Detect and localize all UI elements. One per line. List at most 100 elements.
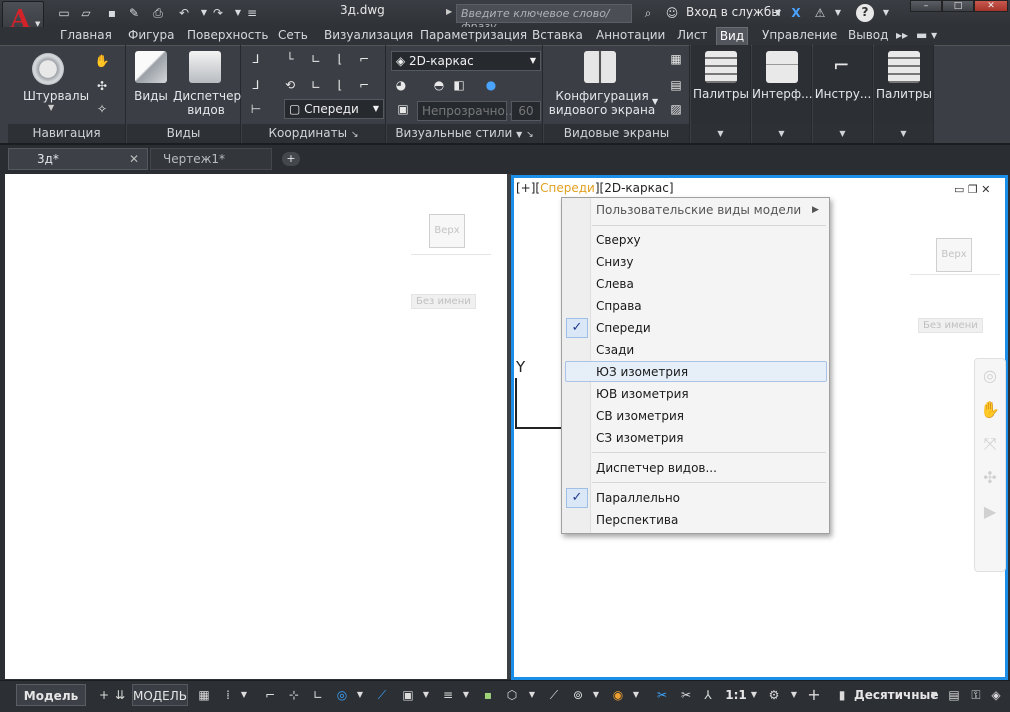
- polar-tracking-icon[interactable]: ◎: [334, 686, 350, 704]
- ucs-view-combo[interactable]: ▢ Спереди ▼: [284, 99, 384, 119]
- annotation-scale-icon[interactable]: ⅄: [700, 686, 716, 704]
- wcs-menu[interactable]: Без имени: [411, 294, 476, 309]
- ucs-y-icon[interactable]: ⌐: [356, 77, 372, 93]
- print-icon[interactable]: ⎙: [150, 5, 166, 21]
- view-manager-line1[interactable]: Диспетчер: [173, 89, 241, 103]
- restore-viewports-icon[interactable]: ▨: [668, 101, 684, 117]
- chevron-down-icon[interactable]: ▼: [418, 686, 434, 704]
- chevron-down-icon[interactable]: ▼: [352, 686, 368, 704]
- material-sphere-icon[interactable]: ●: [483, 77, 499, 93]
- full-navigation-wheel-icon[interactable]: ◎: [975, 359, 1005, 393]
- help-icon[interactable]: ?: [856, 4, 874, 22]
- viewport-config-line1[interactable]: Конфигурация: [546, 89, 658, 103]
- tab-manage[interactable]: Управление: [760, 27, 839, 45]
- chevron-down-icon[interactable]: ▼: [628, 686, 644, 704]
- ucs-z-icon[interactable]: ⌊: [332, 77, 348, 93]
- pan-hand-icon[interactable]: ✋: [94, 53, 110, 69]
- color-icon[interactable]: ◧: [451, 77, 467, 93]
- tab-insert[interactable]: Вставка: [530, 27, 585, 45]
- chevron-down-icon[interactable]: ▼: [746, 686, 762, 704]
- zoom-extents-icon[interactable]: ✧: [94, 101, 110, 117]
- viewcube-face-top[interactable]: Верх: [936, 238, 972, 272]
- menu-item-view-manager[interactable]: Диспетчер видов...: [596, 459, 717, 477]
- tab-render[interactable]: Визуализация: [322, 27, 415, 45]
- steering-wheel-icon[interactable]: [32, 53, 64, 85]
- view-cube-icon[interactable]: [135, 51, 167, 83]
- user-icon[interactable]: ☺: [664, 5, 680, 21]
- object-snap-tracking-icon[interactable]: ▣: [400, 686, 416, 704]
- close-icon[interactable]: ✕: [981, 183, 990, 196]
- menu-item-se-iso[interactable]: ЮВ изометрия: [596, 385, 689, 403]
- 3d-object-snap-icon[interactable]: ⬡: [504, 686, 520, 704]
- chevron-down-icon[interactable]: ▼: [458, 686, 474, 704]
- visual-style-combo[interactable]: ◈ 2D-каркас ▼: [391, 51, 541, 71]
- close-icon[interactable]: ✕: [974, 0, 1008, 12]
- doc-tab-active[interactable]: 3д* ✕: [8, 148, 148, 170]
- showmotion-icon[interactable]: ▶: [975, 495, 1005, 529]
- viewport-left[interactable]: Верх Без имени: [5, 174, 507, 679]
- annotation-visibility-icon[interactable]: ✂: [654, 686, 670, 704]
- redo-icon[interactable]: ↷: [210, 5, 226, 21]
- doc-tab[interactable]: Чертеж1*: [150, 148, 272, 170]
- login-button[interactable]: Вход в службы: [686, 5, 781, 19]
- tab-annotate[interactable]: Аннотации: [594, 27, 667, 45]
- menu-item-left[interactable]: Слева: [596, 275, 634, 293]
- viewcube-face-top[interactable]: Верх: [429, 214, 465, 248]
- chevron-down-icon[interactable]: ▼: [652, 97, 658, 106]
- search-expand-icon[interactable]: ▶: [446, 7, 452, 16]
- tab-parametric[interactable]: Параметризация: [418, 27, 529, 45]
- menu-item-back[interactable]: Сзади: [596, 341, 634, 359]
- close-icon[interactable]: ✕: [129, 149, 139, 170]
- panel-interface[interactable]: Интерф... ▼: [752, 45, 813, 143]
- chevron-down-icon[interactable]: ▼: [236, 686, 252, 704]
- menu-item-top[interactable]: Сверху: [596, 231, 641, 249]
- ucs-named-icon[interactable]: ⅃: [248, 77, 264, 93]
- dynamic-input-icon[interactable]: ⊹: [286, 686, 302, 704]
- join-viewports-icon[interactable]: ▤: [668, 77, 684, 93]
- ucs-icon-settings[interactable]: ⊢: [248, 101, 264, 117]
- tab-solid[interactable]: Фигура: [126, 27, 177, 45]
- restore-icon[interactable]: ❐: [968, 183, 978, 196]
- view-manager-icon[interactable]: [189, 51, 221, 83]
- quick-properties-icon[interactable]: ▤: [946, 686, 962, 704]
- tab-layout[interactable]: Лист: [675, 27, 709, 45]
- snap-mode-icon[interactable]: ⁞: [220, 686, 236, 704]
- menu-item-ne-iso[interactable]: СВ изометрия: [596, 407, 684, 425]
- save-as-icon[interactable]: ✎: [126, 5, 142, 21]
- viewport-controls-label[interactable]: [+][Спереди][2D-каркас]: [516, 181, 674, 195]
- tab-mesh[interactable]: Сеть: [276, 27, 310, 45]
- maximize-icon[interactable]: □: [942, 0, 974, 12]
- steering-wheels-button[interactable]: Штурвалы: [14, 89, 98, 103]
- panel-tools[interactable]: ⌐ Инстру... ▼: [813, 45, 873, 143]
- login-dropdown-icon[interactable]: ▼: [770, 5, 786, 21]
- binoculars-icon[interactable]: ⌕: [640, 5, 656, 21]
- chevron-down-icon[interactable]: ▼: [48, 103, 54, 112]
- menu-item-parallel[interactable]: Параллельно: [596, 489, 680, 507]
- chevron-down-icon[interactable]: ▼: [588, 686, 604, 704]
- lock-ui-icon[interactable]: ⚿: [968, 686, 984, 704]
- auto-scale-icon[interactable]: ✂: [678, 686, 694, 704]
- customize-quick-access-icon[interactable]: ≡: [244, 5, 260, 21]
- tab-output[interactable]: Вывод: [846, 27, 890, 45]
- pan-hand-icon[interactable]: ✋: [975, 393, 1005, 427]
- new-tab-icon[interactable]: +: [282, 152, 300, 166]
- menu-item-bottom[interactable]: Снизу: [596, 253, 634, 271]
- exchange-apps-icon[interactable]: X: [788, 5, 804, 21]
- orbit-icon[interactable]: ✣: [975, 461, 1005, 495]
- zoom-icon[interactable]: ⤧: [975, 427, 1005, 461]
- save-icon[interactable]: ▪: [104, 5, 120, 21]
- workspace-gear-icon[interactable]: ⚙: [766, 686, 782, 704]
- ucs-origin-icon[interactable]: ∟: [308, 51, 324, 67]
- transparency-icon[interactable]: ▪: [480, 686, 496, 704]
- minimize-icon[interactable]: ▭: [954, 183, 964, 196]
- view-manager-line2[interactable]: видов: [173, 103, 239, 117]
- new-file-icon[interactable]: ▭: [56, 5, 72, 21]
- units-select[interactable]: Десятичные: [854, 684, 939, 706]
- more-tabs-icon[interactable]: ▸▸: [894, 27, 910, 45]
- panel-palettes-1[interactable]: Палитры ▼: [691, 45, 751, 143]
- ortho-icon[interactable]: ∟: [310, 686, 326, 704]
- viewport-config-icon[interactable]: [584, 51, 616, 83]
- named-viewports-icon[interactable]: ▦: [668, 51, 684, 67]
- xray-icon[interactable]: ▣: [395, 101, 411, 117]
- ucs-x-icon[interactable]: ⌐: [356, 51, 372, 67]
